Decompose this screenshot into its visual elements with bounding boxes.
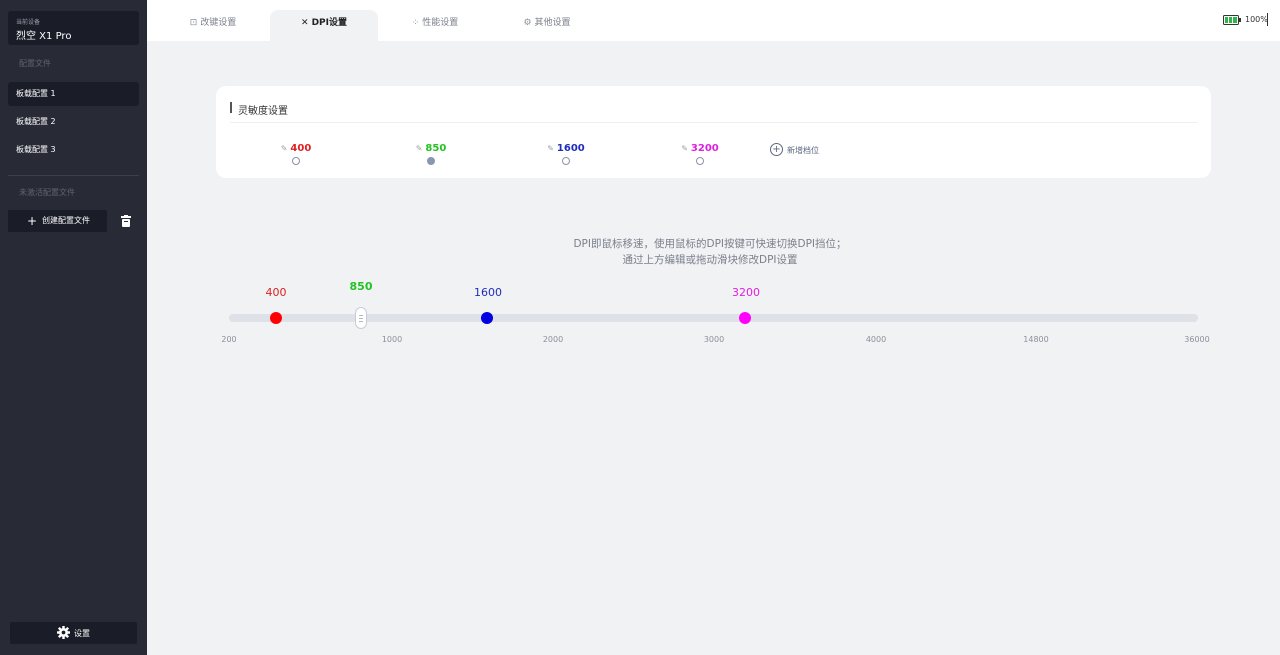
device-caption: 当前设备 (16, 19, 41, 26)
profile-item-3[interactable]: 板载配置 3 (8, 138, 139, 162)
slider-tick: 3000 (703, 335, 725, 344)
slider-stop-label-4: 3200 (732, 286, 760, 299)
dpi-level-value: 850 (425, 143, 447, 154)
slider-handle-400[interactable] (270, 312, 282, 324)
title-accent-bar (230, 102, 232, 113)
sidebar-divider (8, 175, 139, 176)
dpi-level-radio-4[interactable] (696, 157, 704, 165)
slider-thumb-850[interactable] (355, 307, 367, 329)
dpi-level-1[interactable]: ✎ 400 (256, 136, 336, 155)
dpi-level-4[interactable]: ✎ 3200 (660, 136, 740, 155)
slider-tick: 14800 (1023, 335, 1049, 344)
slider-tick: 200 (221, 335, 237, 344)
sensitivity-title: 灵敏度设置 (238, 106, 288, 117)
slider-tick: 36000 (1184, 335, 1210, 344)
profile-item-2[interactable]: 板载配置 2 (8, 110, 139, 134)
tab-performance-label: 性能设置 (422, 18, 459, 28)
profile-item-1[interactable]: 板载配置 1 (8, 82, 139, 106)
plus-icon: + (27, 214, 38, 228)
tab-dpi-label: DPI设置 (311, 18, 347, 28)
text-cursor (1267, 13, 1268, 26)
edit-icon[interactable]: ✎ (281, 144, 288, 153)
battery-icon (1223, 15, 1241, 25)
dpi-level-value: 1600 (556, 143, 585, 154)
create-profile-label: 创建配置文件 (42, 216, 90, 225)
dpi-hint-line-2: 通过上方编辑或拖动滑块修改DPI设置 (622, 254, 798, 266)
slider-stop-label-1: 400 (265, 286, 287, 299)
inactive-section-label: 未激活配置文件 (19, 188, 75, 197)
dpi-level-radio-1[interactable] (292, 157, 300, 165)
dpi-level-radio-2[interactable] (427, 157, 435, 165)
slider-tick: 1000 (381, 335, 403, 344)
dpi-level-value: 400 (290, 143, 312, 154)
edit-icon[interactable]: ✎ (681, 144, 688, 153)
tab-dpi[interactable]: ✕ DPI设置 (270, 10, 378, 41)
top-bar: ⊡ 改键设置 ✕ DPI设置 ⁘ 性能设置 ⚙ 其他设置 (147, 0, 1280, 41)
current-device-box[interactable]: 当前设备 烈空 X1 Pro (8, 11, 139, 45)
slider-handle-1600[interactable] (481, 312, 493, 324)
dpi-level-value: 3200 (690, 143, 719, 154)
edit-icon[interactable]: ✎ (547, 144, 554, 153)
slider-stop-label-2: 850 (349, 280, 373, 293)
slider-tick: 4000 (865, 335, 887, 344)
create-profile-button[interactable]: + 创建配置文件 (8, 210, 107, 232)
slider-tick: 2000 (542, 335, 564, 344)
plus-circle-icon: + (770, 143, 783, 156)
slider-handle-3200[interactable] (739, 312, 751, 324)
dpi-cross-icon: ✕ (301, 18, 309, 28)
tab-performance[interactable]: ⁘ 性能设置 (381, 10, 489, 41)
card-divider (230, 122, 1197, 123)
battery-percent: 100% (1245, 15, 1268, 24)
performance-icon: ⁘ (411, 18, 420, 28)
tab-other[interactable]: ⚙ 其他设置 (493, 10, 601, 41)
device-name: 烈空 X1 Pro (16, 31, 72, 42)
keymap-icon: ⊡ (189, 18, 198, 28)
sidebar: 当前设备 烈空 X1 Pro 配置文件 板载配置 1 板载配置 2 板载配置 3… (0, 0, 147, 655)
dpi-level-2[interactable]: ✎ 850 (391, 136, 471, 155)
dpi-slider-track[interactable] (229, 314, 1198, 322)
add-level-label: 新增档位 (787, 146, 819, 155)
dpi-hint-line-1: DPI即鼠标移速，使用鼠标的DPI按键可快速切换DPI挡位； (573, 238, 847, 250)
gear-icon (57, 626, 70, 639)
slider-stop-label-3: 1600 (474, 286, 502, 299)
tab-keymap[interactable]: ⊡ 改键设置 (159, 10, 267, 41)
settings-button[interactable]: 设置 (10, 622, 137, 644)
trash-icon[interactable] (121, 215, 131, 227)
sensitivity-card: 灵敏度设置 ✎ 400 ✎ 850 ✎ 1600 ✎ 3200 + 新增档位 (216, 86, 1211, 178)
tab-other-label: 其他设置 (534, 18, 571, 28)
settings-label: 设置 (74, 629, 90, 638)
tab-keymap-label: 改键设置 (200, 18, 237, 28)
profiles-section-label: 配置文件 (19, 59, 51, 68)
gear-icon: ⚙ (523, 18, 532, 28)
dpi-level-radio-3[interactable] (562, 157, 570, 165)
dpi-level-3[interactable]: ✎ 1600 (526, 136, 606, 155)
edit-icon[interactable]: ✎ (416, 144, 423, 153)
